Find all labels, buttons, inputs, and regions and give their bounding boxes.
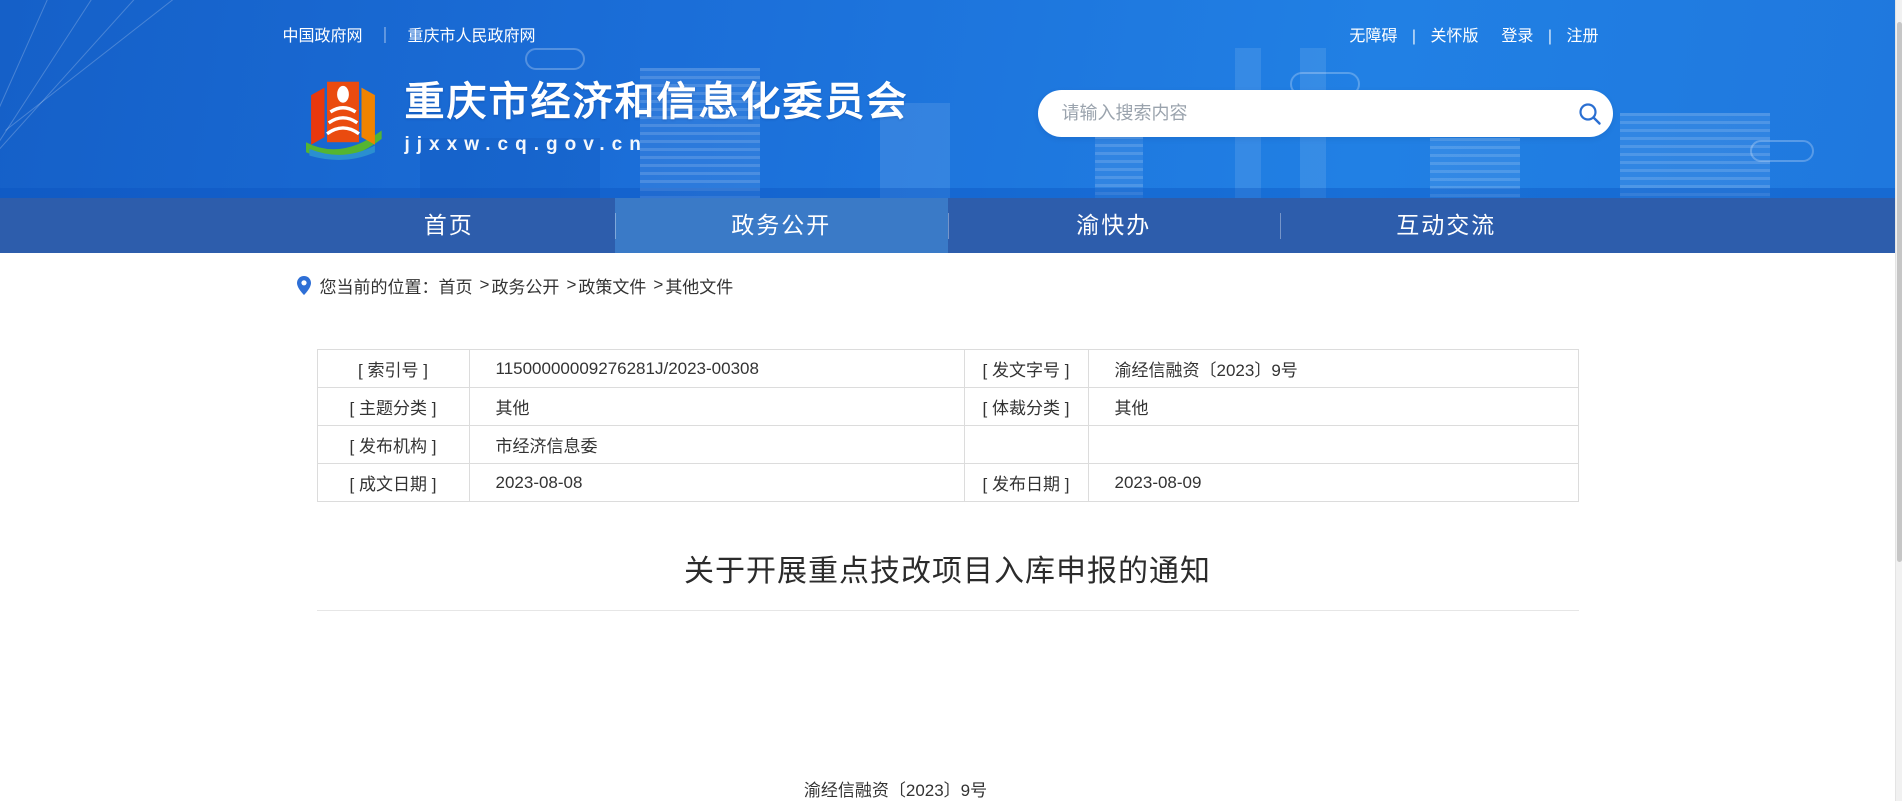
meta-value: 其他: [1088, 388, 1578, 426]
search-icon: [1577, 101, 1603, 127]
meta-value: 11500000009276281J/2023-00308: [469, 350, 964, 388]
link-care-version[interactable]: 关怀版: [1430, 28, 1478, 45]
cloud-decoration: [1750, 140, 1814, 162]
link-divider: |: [1412, 28, 1416, 45]
table-row: [ 索引号 ] 11500000009276281J/2023-00308 [ …: [317, 350, 1578, 388]
document-area: [ 索引号 ] 11500000009276281J/2023-00308 [ …: [317, 349, 1579, 801]
search-input[interactable]: [1038, 103, 1567, 124]
breadcrumb-prefix: 您当前的位置：: [320, 273, 439, 298]
meta-label: [964, 426, 1088, 464]
top-links-right: 无障碍 | 关怀版 登录 | 注册: [1349, 22, 1612, 46]
brand-text: 重庆市经济和信息化委员会 jjxxw.cq.gov.cn: [405, 74, 909, 156]
building-decoration: [1430, 138, 1520, 198]
breadcrumb-item-policy-documents[interactable]: 政策文件: [578, 273, 646, 298]
breadcrumb: 您当前的位置： 首页 > 政务公开 > 政策文件 > 其他文件: [283, 253, 1613, 297]
link-divider: |: [1548, 28, 1552, 45]
meta-label: [ 发布日期 ]: [964, 464, 1088, 502]
meta-label: [ 发布机构 ]: [317, 426, 469, 464]
link-china-gov[interactable]: 中国政府网: [283, 28, 363, 45]
meta-label: [ 体裁分类 ]: [964, 388, 1088, 426]
site-title: 重庆市经济和信息化委员会: [405, 78, 909, 126]
bridge-cable-decoration: [5, 0, 210, 131]
meta-value: 市经济信息委: [469, 426, 964, 464]
link-chongqing-gov[interactable]: 重庆市人民政府网: [407, 28, 535, 45]
table-row: [ 成文日期 ] 2023-08-08 [ 发布日期 ] 2023-08-09: [317, 464, 1578, 502]
meta-label: [ 发文字号 ]: [964, 350, 1088, 388]
bridge-cable-decoration: [0, 0, 111, 189]
meta-value: 其他: [469, 388, 964, 426]
nav-item-interaction[interactable]: 互动交流: [1280, 198, 1613, 253]
link-login[interactable]: 登录: [1501, 28, 1533, 45]
site-header: 中国政府网 ｜ 重庆市人民政府网 无障碍 | 关怀版 登录 | 注册: [0, 0, 1895, 198]
document-meta-table: [ 索引号 ] 11500000009276281J/2023-00308 [ …: [317, 349, 1579, 502]
banner-bottom-band: [0, 188, 1895, 198]
bridge-cable-decoration: [0, 0, 61, 198]
search-bar: [1038, 90, 1613, 137]
top-links-left: 中国政府网 ｜ 重庆市人民政府网: [283, 22, 536, 46]
top-links-bar: 中国政府网 ｜ 重庆市人民政府网 无障碍 | 关怀版 登录 | 注册: [283, 0, 1613, 46]
meta-value: 2023-08-08: [469, 464, 964, 502]
building-decoration: [1620, 113, 1770, 198]
breadcrumb-separator: >: [480, 275, 490, 295]
breadcrumb-separator: >: [653, 275, 663, 295]
vertical-scrollbar[interactable]: [1895, 0, 1902, 801]
meta-value: 渝经信融资〔2023〕9号: [1088, 350, 1578, 388]
site-brand[interactable]: 重庆市经济和信息化委员会 jjxxw.cq.gov.cn: [301, 74, 909, 160]
meta-label: [ 索引号 ]: [317, 350, 469, 388]
meta-label: [ 成文日期 ]: [317, 464, 469, 502]
table-row: [ 主题分类 ] 其他 [ 体裁分类 ] 其他: [317, 388, 1578, 426]
meta-label: [ 主题分类 ]: [317, 388, 469, 426]
nav-item-home[interactable]: 首页: [283, 198, 616, 253]
search-button[interactable]: [1567, 90, 1613, 137]
breadcrumb-separator: >: [566, 275, 576, 295]
building-decoration: [1095, 128, 1143, 198]
table-row: [ 发布机构 ] 市经济信息委: [317, 426, 1578, 464]
breadcrumb-item-other-documents[interactable]: 其他文件: [665, 273, 733, 298]
link-divider: ｜: [377, 28, 393, 45]
location-pin-icon: [297, 276, 311, 295]
main-navigation: 首页 政务公开 渝快办 互动交流: [0, 198, 1895, 253]
meta-value: 2023-08-09: [1088, 464, 1578, 502]
scrollbar-thumb[interactable]: [1897, 22, 1902, 562]
cloud-decoration: [525, 48, 585, 70]
breadcrumb-item-government-affairs[interactable]: 政务公开: [491, 273, 559, 298]
link-accessibility[interactable]: 无障碍: [1349, 28, 1397, 45]
site-url: jjxxw.cq.gov.cn: [405, 134, 909, 156]
page-content: 您当前的位置： 首页 > 政务公开 > 政策文件 > 其他文件 [ 索引号 ] …: [0, 253, 1895, 801]
title-divider: [317, 610, 1579, 611]
nav-item-government-affairs[interactable]: 政务公开: [615, 198, 948, 253]
agency-logo-icon: [301, 74, 385, 160]
link-register[interactable]: 注册: [1566, 28, 1598, 45]
bridge-cable-decoration: [0, 0, 161, 164]
document-number: 渝经信融资〔2023〕9号: [265, 776, 1527, 801]
document-title: 关于开展重点技改项目入库申报的通知: [317, 552, 1579, 592]
nav-item-yukuaiban[interactable]: 渝快办: [948, 198, 1281, 253]
breadcrumb-item-home[interactable]: 首页: [439, 273, 473, 298]
meta-value: [1088, 426, 1578, 464]
